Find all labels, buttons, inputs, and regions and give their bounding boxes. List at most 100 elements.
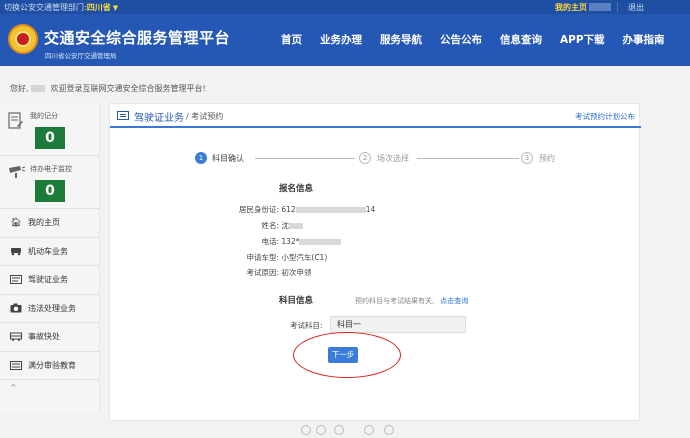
vehicle-type-field: 申请车型: 小型汽车(C1): [219, 252, 327, 263]
education-icon: [10, 360, 22, 370]
emblem-center: [15, 31, 31, 47]
monitor-card[interactable]: 待办电子监控 0: [0, 156, 99, 209]
sidebar-item-vehicle[interactable]: 机动车业务: [0, 238, 99, 266]
camera-icon: [10, 303, 22, 313]
province-selector[interactable]: 四川省: [87, 3, 111, 12]
my-home-link[interactable]: 我的主页: [555, 2, 587, 13]
sidebar-item-label: 满分审验教育: [28, 360, 76, 370]
step-indicator: 1 科目确认 2 场次选择 3 预约: [195, 152, 565, 166]
step-1-circle: 1: [195, 152, 207, 164]
surveillance-camera-icon: [9, 166, 26, 178]
exam-subject-field[interactable]: 科目一: [330, 316, 466, 333]
exam-booking-panel: 驾驶证业务 / 考试预约 考试预约计划公布 1 科目确认 2 场次选择 3 预约…: [109, 103, 641, 421]
nav-announcements[interactable]: 公告公布: [440, 32, 482, 47]
monitor-label: 待办电子监控: [30, 165, 72, 173]
sidebar-item-label: 违法处理业务: [28, 303, 76, 313]
step-1-label: 科目确认: [212, 154, 244, 163]
id-card-field: 居民身份证: 612 14: [219, 204, 375, 215]
panel-title[interactable]: 驾驶证业务: [134, 109, 184, 124]
welcome-text: 您好, 欢迎登录互联网交通安全综合服务管理平台!: [10, 83, 206, 94]
exam-reason-field: 考试原因: 初次申领: [219, 267, 311, 278]
sidebar-item-label: 事故快处: [28, 332, 60, 342]
chevron-down-icon[interactable]: ▼: [113, 4, 118, 12]
logout-link[interactable]: 退出: [628, 2, 644, 13]
monitor-count[interactable]: 0: [35, 180, 65, 202]
top-bar: 切换公安交通管理部门:四川省 ▼ 我的主页 退出: [0, 0, 690, 14]
breadcrumb: / 考试预约: [186, 112, 224, 121]
panel-header: 驾驶证业务 / 考试预约 考试预约计划公布: [110, 104, 641, 128]
nav-home[interactable]: 首页: [281, 32, 302, 47]
welcome-bar: 您好, 欢迎登录互联网交通安全综合服务管理平台!: [0, 78, 690, 100]
name-field: 姓名: 沈: [219, 220, 303, 231]
site-subtitle: 四川省公安厅交通管理局: [45, 52, 117, 60]
nav-guide[interactable]: 办事指南: [623, 32, 665, 47]
nav-service-guide[interactable]: 服务导航: [380, 32, 422, 47]
greeting: 您好,: [10, 84, 29, 93]
field-value: 沈: [281, 221, 289, 230]
car-icon: [10, 247, 22, 256]
sidebar: 我的记分 0 待办电子监控 0 🏠︎ 我的主页 机动车业务 驾驶证业务 违法处理…: [0, 103, 100, 413]
query-link[interactable]: 点击查询: [440, 297, 468, 305]
nav-business[interactable]: 业务办理: [320, 32, 362, 47]
nav-info-query[interactable]: 信息查询: [500, 32, 542, 47]
field-value: 初次申领: [281, 268, 312, 277]
home-icon: 🏠︎: [10, 217, 22, 228]
divider: [617, 2, 618, 12]
department-switcher[interactable]: 切换公安交通管理部门:四川省 ▼: [4, 2, 118, 13]
footer-icon[interactable]: [334, 425, 344, 435]
subject-hint-text: 预约科目与考试结果有关,: [355, 297, 435, 305]
masked-value: [295, 207, 366, 213]
masked-name: [30, 85, 45, 92]
masked-value: [288, 223, 303, 229]
field-key: 姓名:: [261, 221, 279, 230]
step-2-circle: 2: [359, 152, 371, 164]
document-pen-icon: [8, 112, 23, 129]
next-step-button[interactable]: 下一步: [328, 347, 358, 363]
license-card-icon: [117, 111, 129, 120]
welcome-message: 欢迎登录互联网交通安全综合服务管理平台!: [50, 84, 206, 93]
license-icon: [10, 275, 22, 285]
exam-plan-link[interactable]: 考试预约计划公布: [575, 111, 635, 122]
sidebar-item-license[interactable]: 驾驶证业务: [0, 266, 99, 295]
score-count[interactable]: 0: [35, 127, 65, 149]
step-connector: [255, 158, 355, 159]
footer-icon[interactable]: [301, 425, 311, 435]
subject-hint: 预约科目与考试结果有关, 点击查询: [355, 296, 468, 306]
site-header: 交通安全综合服务管理平台 四川省公安厅交通管理局 首页 业务办理 服务导航 公告…: [0, 14, 690, 66]
site-title[interactable]: 交通安全综合服务管理平台: [44, 27, 230, 48]
field-value-suffix: 14: [365, 205, 376, 214]
sidebar-item-my-home[interactable]: 🏠︎ 我的主页: [0, 209, 99, 238]
sidebar-item-education[interactable]: 满分审验教育: [0, 352, 99, 380]
department-switch-label: 切换公安交通管理部门:: [4, 3, 87, 12]
sidebar-item-label: 驾驶证业务: [28, 275, 68, 285]
sidebar-item-label: 我的主页: [28, 218, 60, 228]
score-label: 我的记分: [30, 112, 58, 120]
step-3-circle: 3: [521, 152, 533, 164]
field-key: 申请车型:: [246, 253, 279, 262]
step-connector: [417, 158, 519, 159]
sidebar-item-violation[interactable]: 违法处理业务: [0, 295, 99, 323]
exam-subject-label: 考试科目:: [290, 321, 323, 330]
sidebar-item-label: 机动车业务: [28, 246, 68, 256]
score-card[interactable]: 我的记分 0: [0, 103, 99, 156]
masked-username: [589, 3, 611, 11]
masked-value: [299, 239, 342, 245]
field-value: 小型汽车(C1): [281, 253, 328, 262]
footer-icon[interactable]: [316, 425, 326, 435]
step-2-label: 场次选择: [377, 154, 409, 163]
accident-icon: [10, 332, 22, 342]
field-value: 132*: [281, 237, 300, 246]
main-nav: 首页 业务办理 服务导航 公告公布 信息查询 APP下载 办事指南: [281, 32, 683, 47]
footer-icon[interactable]: [384, 425, 394, 435]
police-emblem-logo[interactable]: [8, 24, 38, 54]
subject-title: 科目信息: [279, 296, 314, 306]
footer-icon[interactable]: [364, 425, 374, 435]
nav-app-download[interactable]: APP下载: [560, 32, 605, 47]
field-key: 考试原因:: [246, 268, 279, 277]
field-key: 居民身份证:: [238, 205, 279, 214]
field-key: 电话:: [261, 237, 279, 246]
scroll-up-icon[interactable]: ^: [0, 380, 99, 394]
sidebar-item-accident[interactable]: 事故快处: [0, 323, 99, 352]
registration-title: 报名信息: [279, 184, 314, 194]
phone-field: 电话: 132*: [219, 236, 342, 247]
